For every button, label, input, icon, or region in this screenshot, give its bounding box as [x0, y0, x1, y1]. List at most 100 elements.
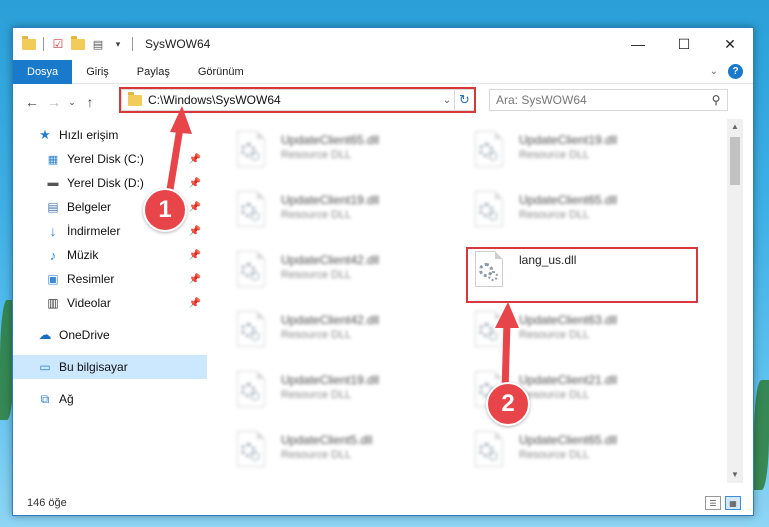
search-placeholder: Ara: SysWOW64 — [496, 93, 587, 107]
file-tile[interactable]: UpdateClient19.dll Resource DLL — [231, 367, 441, 423]
help-icon[interactable]: ? — [728, 64, 743, 79]
tab-share[interactable]: Paylaş — [123, 60, 184, 84]
step-badge-1: 1 — [143, 188, 187, 232]
new-folder-icon[interactable] — [70, 35, 86, 52]
back-arrow-icon[interactable]: ← — [21, 94, 43, 110]
separator — [132, 37, 133, 51]
videos-icon: ▥ — [47, 296, 59, 310]
tab-view[interactable]: Görünüm — [184, 60, 258, 84]
nav-network[interactable]: ⧉ Ağ — [13, 387, 207, 411]
quick-access-toolbar: ☑ ▤ ▾ — [13, 35, 135, 52]
file-name: UpdateClient5.dll — [281, 433, 373, 447]
star-icon: ★ — [39, 127, 51, 142]
file-name: UpdateClient42.dll — [281, 253, 380, 267]
nav-onedrive[interactable]: ☁ OneDrive — [13, 323, 207, 347]
nav-item-pictures[interactable]: ▣ Resimler 📌 — [13, 267, 207, 291]
file-type: Resource DLL — [519, 329, 590, 341]
properties-icon[interactable]: ☑ — [50, 36, 66, 52]
status-bar: 146 öğe ☰ ▦ — [13, 491, 753, 515]
file-type: Resource DLL — [519, 449, 590, 461]
pin-icon[interactable]: 📌 — [189, 202, 201, 213]
documents-icon: ▤ — [47, 200, 59, 214]
dll-file-icon — [469, 431, 509, 475]
scroll-up-icon[interactable]: ▲ — [727, 119, 743, 135]
title-bar: ☑ ▤ ▾ SysWOW64 — ☐ ✕ — [13, 28, 753, 60]
nav-label: Ağ — [59, 392, 74, 406]
file-tile[interactable]: UpdateClient5.dll Resource DLL — [231, 427, 441, 483]
file-type: Resource DLL — [519, 209, 590, 221]
file-type: Resource DLL — [519, 149, 590, 161]
nav-quick-access[interactable]: ★ Hızlı erişim — [13, 123, 207, 147]
file-tile[interactable]: UpdateClient65.dll Resource DLL — [469, 187, 679, 243]
tab-file[interactable]: Dosya — [13, 59, 73, 84]
file-tile[interactable]: UpdateClient65.dll Resource DLL — [469, 427, 679, 483]
nav-label: Yerel Disk (D:) — [67, 176, 144, 190]
nav-item-music[interactable]: ♪ Müzik 📌 — [13, 243, 207, 267]
search-icon: ⚲ — [711, 93, 721, 107]
nav-label: Yerel Disk (C:) — [67, 152, 144, 166]
nav-label: Resimler — [67, 272, 115, 286]
tab-home[interactable]: Giriş — [72, 60, 123, 84]
recent-locations-icon[interactable]: ⌄ — [65, 97, 79, 108]
pin-icon[interactable]: 📌 — [189, 250, 201, 261]
rename-icon[interactable]: ▤ — [90, 36, 106, 52]
file-tile[interactable]: UpdateClient65.dll Resource DLL — [231, 127, 441, 183]
separator — [43, 37, 44, 51]
search-input[interactable]: Ara: SysWOW64 ⚲ — [489, 89, 728, 111]
dll-file-icon — [231, 431, 271, 475]
scroll-thumb[interactable] — [730, 137, 740, 185]
pin-icon[interactable]: 📌 — [189, 178, 201, 189]
dll-file-icon — [469, 191, 509, 235]
file-type: Resource DLL — [281, 389, 352, 401]
window-controls: — ☐ ✕ — [615, 28, 753, 60]
dll-file-icon — [469, 131, 509, 175]
file-name: UpdateClient65.dll — [519, 193, 618, 207]
pin-icon[interactable]: 📌 — [189, 226, 201, 237]
dll-file-icon — [231, 191, 271, 235]
nav-this-pc[interactable]: ▭ Bu bilgisayar — [13, 355, 207, 379]
forward-arrow-icon[interactable]: → — [43, 94, 65, 110]
file-tile[interactable]: UpdateClient19.dll Resource DLL — [231, 187, 441, 243]
file-type: Resource DLL — [281, 269, 352, 281]
computer-icon: ▭ — [39, 360, 51, 374]
file-tile[interactable]: UpdateClient19.dll Resource DLL — [469, 127, 679, 183]
file-tile[interactable]: UpdateClient42.dll Resource DLL — [231, 307, 441, 363]
scroll-down-icon[interactable]: ▼ — [727, 467, 743, 483]
minimize-button[interactable]: — — [615, 28, 661, 60]
view-buttons: ☰ ▦ — [705, 496, 753, 510]
dll-file-icon — [231, 251, 271, 295]
nav-label: İndirmeler — [67, 224, 121, 238]
drive-icon: ▬ — [47, 177, 59, 189]
ribbon-right: ⌄ ? — [710, 64, 753, 79]
navigation-pane: ★ Hızlı erişim ▦ Yerel Disk (C:) 📌 ▬ Yer… — [13, 119, 207, 479]
up-arrow-icon[interactable]: ↑ — [79, 94, 101, 110]
file-tile[interactable]: UpdateClient42.dll Resource DLL — [231, 247, 441, 303]
close-button[interactable]: ✕ — [707, 28, 753, 60]
pin-icon[interactable]: 📌 — [189, 154, 201, 165]
desktop-decoration — [754, 380, 769, 490]
file-name: UpdateClient19.dll — [281, 373, 380, 387]
pin-icon[interactable]: 📌 — [189, 274, 201, 285]
file-name: UpdateClient19.dll — [281, 193, 380, 207]
highlight-lang-us-file — [466, 247, 698, 303]
network-icon: ⧉ — [40, 391, 50, 406]
file-name: UpdateClient42.dll — [281, 313, 380, 327]
file-name: UpdateClient65.dll — [281, 133, 380, 147]
music-icon: ♪ — [49, 247, 57, 263]
ribbon-tabs: Dosya Giriş Paylaş Görünüm ⌄ ? — [13, 59, 753, 84]
details-view-icon[interactable]: ☰ — [705, 496, 721, 510]
file-tile[interactable]: UpdateClient63.dll Resource DLL — [469, 307, 679, 363]
customize-toolbar-icon[interactable]: ▾ — [110, 36, 126, 52]
pin-icon[interactable]: 📌 — [189, 298, 201, 309]
nav-label: Videolar — [67, 296, 111, 310]
nav-label: Belgeler — [67, 200, 112, 214]
item-count: 146 öğe — [27, 497, 67, 509]
tiles-view-icon[interactable]: ▦ — [725, 496, 741, 510]
file-name: UpdateClient19.dll — [519, 133, 618, 147]
nav-item-videos[interactable]: ▥ Videolar 📌 — [13, 291, 207, 315]
nav-item-drive-c[interactable]: ▦ Yerel Disk (C:) 📌 — [13, 147, 207, 171]
expand-ribbon-icon[interactable]: ⌄ — [710, 66, 718, 77]
maximize-button[interactable]: ☐ — [661, 28, 707, 60]
file-name: UpdateClient65.dll — [519, 433, 618, 447]
vertical-scrollbar[interactable]: ▲ ▼ — [727, 119, 743, 483]
